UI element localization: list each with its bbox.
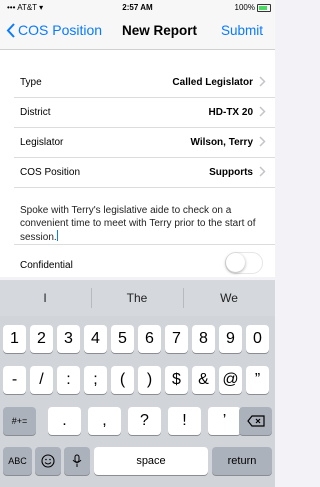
key-question[interactable]: ? (128, 407, 161, 435)
form-row-district[interactable]: District HD-TX 20 (0, 98, 275, 127)
key-hyphen[interactable]: - (3, 366, 26, 394)
cos-position-value: Supports (209, 167, 253, 178)
key-4[interactable]: 4 (84, 325, 107, 353)
key-5[interactable]: 5 (111, 325, 134, 353)
delete-key[interactable] (239, 407, 272, 435)
type-value: Called Legislator (172, 77, 253, 88)
suggestion-bar: I The We (0, 280, 275, 316)
text-cursor (56, 230, 58, 241)
back-button[interactable]: COS Position (6, 22, 102, 38)
key-close-paren[interactable]: ) (138, 366, 161, 394)
notes-textarea[interactable]: Spoke with Terry's legislative aide to c… (20, 204, 260, 244)
navigation-bar: COS Position New Report Submit (0, 16, 275, 50)
return-key[interactable]: return (212, 447, 272, 475)
key-0[interactable]: 0 (246, 325, 269, 353)
legislator-value: Wilson, Terry (190, 137, 253, 148)
keyboard: I The We 1 2 3 4 5 6 7 8 9 0 - / : ; ( )… (0, 280, 275, 487)
divider (14, 187, 275, 188)
battery-icon (257, 4, 271, 12)
key-7[interactable]: 7 (165, 325, 188, 353)
emoji-key[interactable] (35, 447, 61, 475)
key-comma[interactable]: , (88, 407, 121, 435)
cos-position-label: COS Position (20, 167, 81, 178)
status-bar: ••• AT&T ▾ 2:57 AM 100% (0, 0, 275, 16)
form-row-type[interactable]: Type Called Legislator (0, 68, 275, 97)
key-semicolon[interactable]: ; (84, 366, 107, 394)
key-6[interactable]: 6 (138, 325, 161, 353)
suggestion-1[interactable]: I (0, 291, 90, 305)
form-row-legislator[interactable]: Legislator Wilson, Terry (0, 128, 275, 157)
key-slash[interactable]: / (30, 366, 53, 394)
back-button-label: COS Position (18, 22, 103, 38)
notes-text: Spoke with Terry's legislative aide to c… (20, 205, 256, 243)
key-1[interactable]: 1 (3, 325, 26, 353)
backspace-icon (246, 415, 265, 427)
key-period[interactable]: . (48, 407, 81, 435)
divider (14, 244, 275, 245)
chevron-right-icon (259, 106, 266, 117)
key-3[interactable]: 3 (57, 325, 80, 353)
chevron-right-icon (259, 136, 266, 147)
battery-percent: 100% (234, 3, 255, 12)
toggle-knob (226, 253, 245, 272)
district-value: HD-TX 20 (208, 107, 253, 118)
space-key[interactable]: space (94, 447, 208, 475)
key-dollar[interactable]: $ (165, 366, 188, 394)
confidential-label: Confidential (20, 260, 73, 271)
chevron-left-icon (6, 22, 15, 38)
key-8[interactable]: 8 (192, 325, 215, 353)
symbols-toggle-key[interactable]: #+= (3, 407, 36, 435)
chevron-right-icon (259, 76, 266, 87)
suggestion-3[interactable]: We (184, 291, 274, 305)
key-2[interactable]: 2 (30, 325, 53, 353)
emoji-icon (41, 454, 55, 468)
key-open-paren[interactable]: ( (111, 366, 134, 394)
submit-button[interactable]: Submit (221, 23, 263, 38)
district-label: District (20, 107, 51, 118)
key-ampersand[interactable]: & (192, 366, 215, 394)
key-quote[interactable]: ” (246, 366, 269, 394)
key-apostrophe[interactable]: ’ (208, 407, 241, 435)
key-colon[interactable]: : (57, 366, 80, 394)
form-row-cos-position[interactable]: COS Position Supports (0, 158, 275, 187)
key-9[interactable]: 9 (219, 325, 242, 353)
legislator-label: Legislator (20, 137, 64, 148)
key-exclamation[interactable]: ! (168, 407, 201, 435)
abc-key[interactable]: ABC (3, 447, 32, 475)
page-title: New Report (122, 23, 198, 38)
key-at[interactable]: @ (219, 366, 242, 394)
suggestion-2[interactable]: The (92, 291, 182, 305)
dictation-key[interactable] (64, 447, 90, 475)
chevron-right-icon (259, 166, 266, 177)
type-label: Type (20, 77, 42, 88)
microphone-icon (72, 454, 82, 467)
confidential-toggle[interactable] (225, 252, 263, 274)
